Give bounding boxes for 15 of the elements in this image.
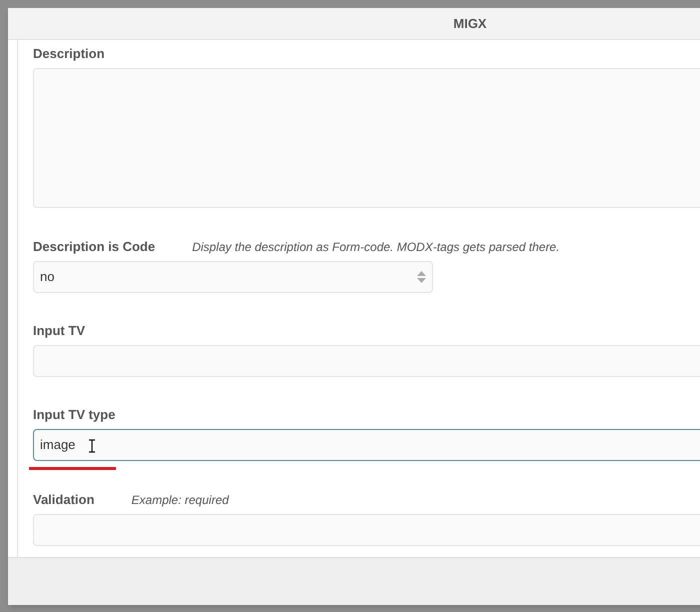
input-field[interactable]: image [33, 429, 700, 461]
field-label: Description is Code [33, 238, 156, 256]
text-cursor-icon [88, 439, 96, 453]
field-label: Description [33, 45, 105, 63]
field-hint: Example: required [131, 492, 229, 509]
input-field[interactable] [33, 345, 700, 377]
window-title: MIGX [453, 14, 487, 33]
field-label: Validation [33, 491, 94, 509]
field-label: Input TV type [33, 406, 116, 424]
field-hint: Display the description as Form-code. MODX-tags gets parsed there. [192, 239, 560, 256]
select-field[interactable]: no [33, 261, 433, 293]
sort-arrows-icon [417, 271, 426, 283]
field-label: Input TV [33, 322, 85, 340]
input-field[interactable] [33, 514, 700, 546]
description-textarea[interactable] [33, 68, 700, 208]
